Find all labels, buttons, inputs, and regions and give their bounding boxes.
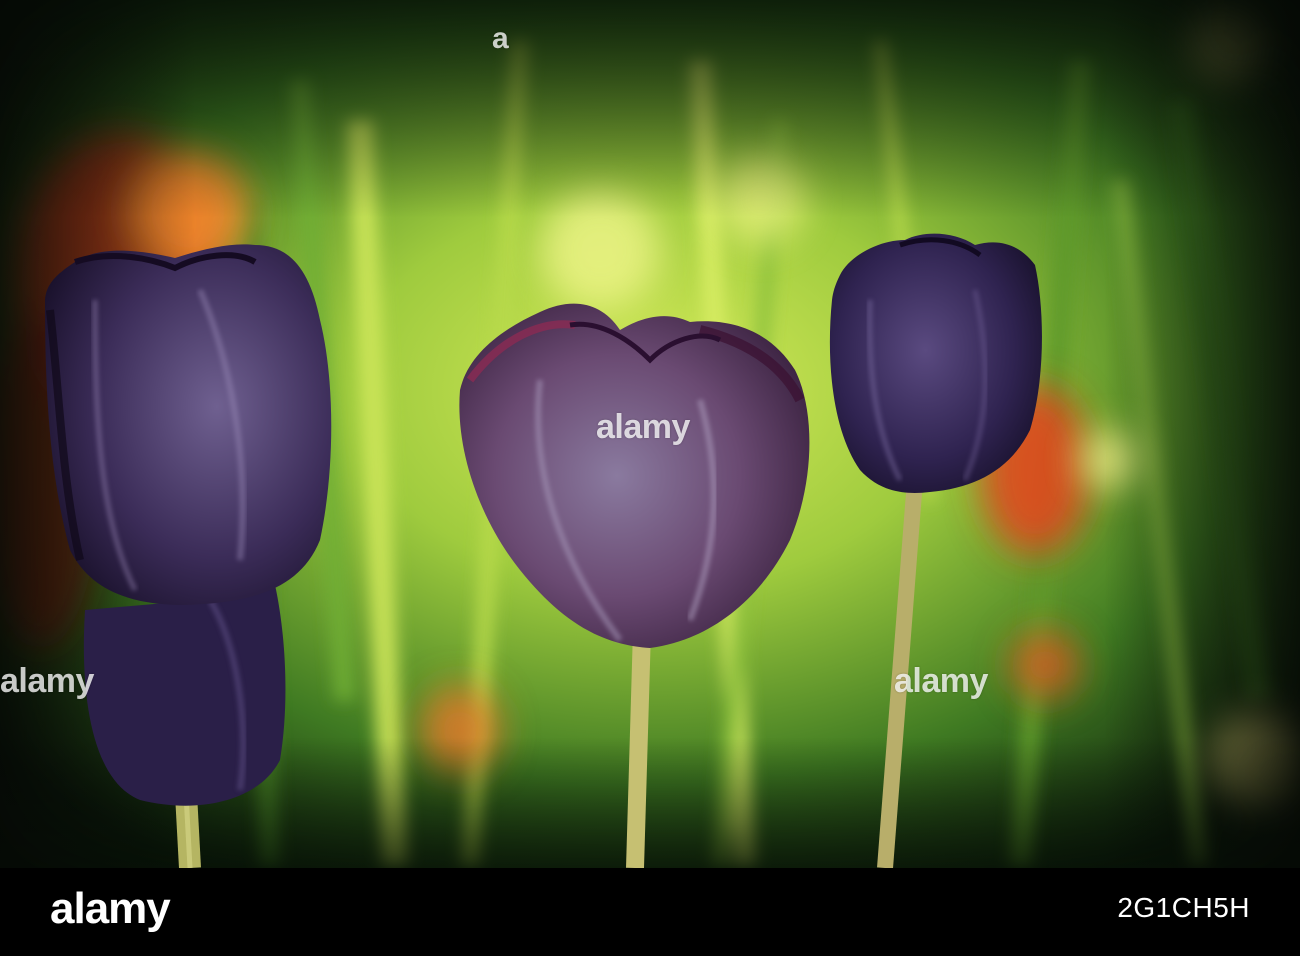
left-tulip: [45, 244, 332, 605]
image-id: 2G1CH5H: [1117, 892, 1250, 923]
tulip-photo: a alamy alamy alamy: [0, 0, 1300, 868]
footer-bar: alamy 2G1CH5H: [0, 868, 1300, 956]
right-tulip: [829, 233, 1042, 493]
stock-photo: a alamy alamy alamy alamy 2G1CH5H: [0, 0, 1300, 956]
alamy-logo: alamy: [50, 884, 171, 933]
